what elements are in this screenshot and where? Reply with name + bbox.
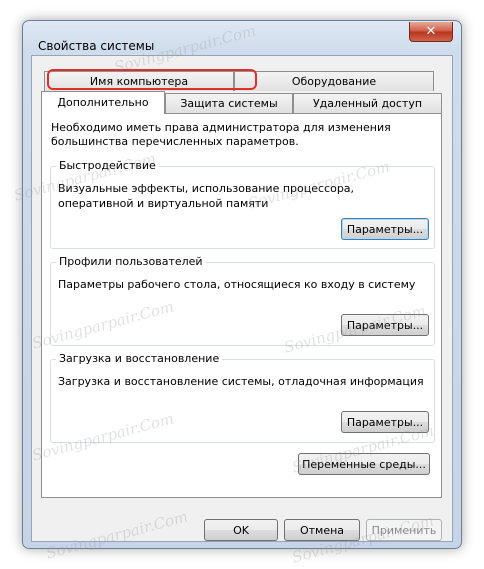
- group-description: Параметры рабочего стола, относящиеся ко…: [58, 278, 416, 291]
- tab-label: Имя компьютера: [89, 75, 189, 88]
- dialog-client-area: Имя компьютера Оборудование Дополнительн…: [31, 55, 453, 542]
- group-description: Загрузка и восстановление системы, отлад…: [58, 375, 424, 388]
- title-bar[interactable]: Свойства системы ✕: [23, 21, 461, 55]
- admin-rights-note: Необходимо иметь права администратора дл…: [51, 121, 391, 148]
- tab-advanced[interactable]: Дополнительно: [41, 91, 165, 114]
- tab-label: Удаленный доступ: [312, 97, 423, 110]
- tab-label: Защита системы: [180, 97, 278, 110]
- group-description: Визуальные эффекты, использование процес…: [58, 182, 355, 210]
- tab-system-protection[interactable]: Защита системы: [165, 93, 293, 113]
- cancel-button[interactable]: Отмена: [284, 519, 360, 541]
- user-profiles-group: Профили пользователей Параметры рабочего…: [50, 255, 435, 346]
- startup-recovery-settings-button[interactable]: Параметры...: [341, 411, 429, 433]
- tab-remote-access[interactable]: Удаленный доступ: [293, 93, 442, 113]
- system-properties-window: Свойства системы ✕ Имя компьютера Оборуд…: [22, 20, 462, 549]
- tab-hardware[interactable]: Оборудование: [234, 71, 434, 91]
- tab-computer-name[interactable]: Имя компьютера: [44, 71, 234, 91]
- group-title: Загрузка и восстановление: [56, 352, 223, 366]
- close-button[interactable]: ✕: [409, 22, 453, 42]
- apply-button[interactable]: Применить: [366, 519, 442, 541]
- group-title: Быстродействие: [56, 159, 159, 173]
- user-profiles-settings-button[interactable]: Параметры...: [341, 314, 429, 336]
- performance-group: Быстродействие Визуальные эффекты, испол…: [50, 159, 435, 249]
- advanced-tab-panel: Необходимо иметь права администратора дл…: [41, 113, 442, 498]
- ok-button[interactable]: OK: [204, 519, 278, 541]
- environment-variables-button[interactable]: Переменные среды...: [298, 453, 430, 475]
- close-icon: ✕: [425, 24, 437, 39]
- tab-label: Оборудование: [291, 75, 377, 88]
- window-title: Свойства системы: [38, 39, 155, 53]
- group-title: Профили пользователей: [56, 255, 206, 269]
- startup-recovery-group: Загрузка и восстановление Загрузка и вос…: [50, 352, 435, 443]
- tab-label: Дополнительно: [57, 96, 149, 109]
- performance-settings-button[interactable]: Параметры...: [341, 218, 429, 240]
